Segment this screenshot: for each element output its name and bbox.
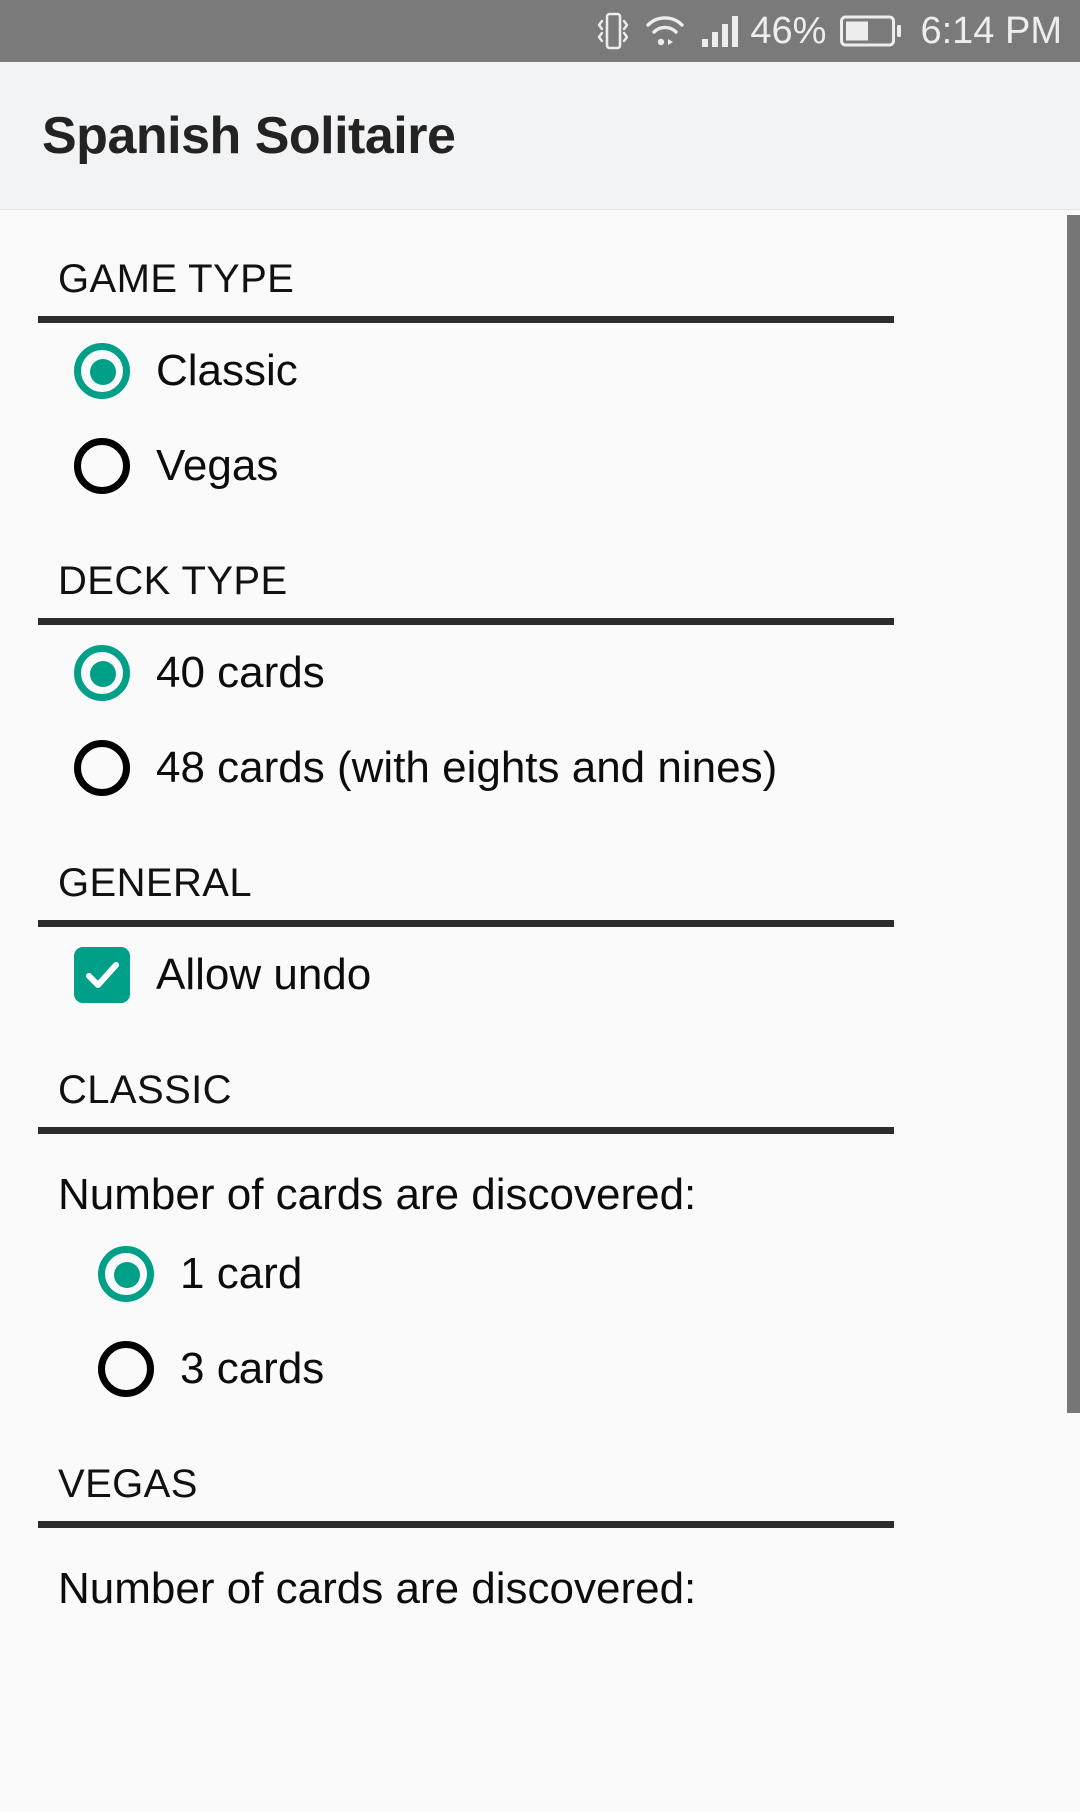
section-header: GAME TYPE <box>58 257 295 301</box>
radio-checked-icon[interactable] <box>74 342 130 399</box>
option-label: Classic <box>156 345 298 395</box>
battery-icon <box>840 14 902 48</box>
preference-label: Number of cards are discovered: <box>58 1564 697 1613</box>
section-divider <box>38 920 894 927</box>
clock-label: 6:14 PM <box>920 10 1062 52</box>
app-bar: Spanish Solitaire <box>0 62 1080 210</box>
radio-row[interactable]: 3 cards <box>0 1321 1080 1416</box>
checkbox-icon[interactable] <box>74 946 130 1003</box>
wifi-icon <box>644 13 686 49</box>
section-divider <box>38 618 894 625</box>
radio-checked-icon[interactable] <box>74 644 130 701</box>
preference-label: Number of cards are discovered: <box>58 1170 697 1219</box>
vibrate-icon <box>596 11 630 51</box>
section-header: VEGAS <box>58 1462 198 1506</box>
status-bar: 46% 6:14 PM <box>0 0 1080 62</box>
radio-row[interactable]: 40 cards <box>0 625 1080 720</box>
option-label: Vegas <box>156 440 279 490</box>
section-divider <box>38 316 894 323</box>
option-label: 3 cards <box>180 1343 325 1393</box>
section-divider <box>38 1521 894 1528</box>
settings-list: GAME TYPE Classic Vegas DECK TYPE 40 cards 48… <box>0 211 1080 1620</box>
radio-unchecked-icon[interactable] <box>74 739 130 796</box>
settings-scroll-area[interactable]: GAME TYPE Classic Vegas DECK TYPE 40 cards 48… <box>0 211 1080 1812</box>
section-header: GENERAL <box>58 861 252 905</box>
section-header: DECK TYPE <box>58 559 288 603</box>
page-title: Spanish Solitaire <box>42 106 456 165</box>
option-label: 40 cards <box>156 647 325 697</box>
radio-row[interactable]: 1 card <box>0 1226 1080 1321</box>
option-label: 1 card <box>180 1248 303 1298</box>
radio-unchecked-icon[interactable] <box>98 1340 154 1397</box>
radio-row[interactable]: 48 cards (with eights and nines) <box>0 720 1080 815</box>
vertical-scrollbar[interactable] <box>1067 211 1080 1812</box>
radio-checked-icon[interactable] <box>98 1245 154 1302</box>
option-label: Allow undo <box>156 949 372 999</box>
checkbox-row[interactable]: Allow undo <box>0 927 1080 1022</box>
section-header: CLASSIC <box>58 1068 232 1112</box>
scrollbar-thumb[interactable] <box>1067 215 1080 1413</box>
check-glyph <box>86 961 119 988</box>
battery-percent-label: 46% <box>750 10 827 52</box>
section-divider <box>38 1127 894 1134</box>
radio-row[interactable]: Vegas <box>0 418 1080 513</box>
radio-row[interactable]: Classic <box>0 323 1080 418</box>
radio-unchecked-icon[interactable] <box>74 437 130 494</box>
option-label: 48 cards (with eights and nines) <box>156 742 778 792</box>
signal-icon <box>700 14 742 48</box>
